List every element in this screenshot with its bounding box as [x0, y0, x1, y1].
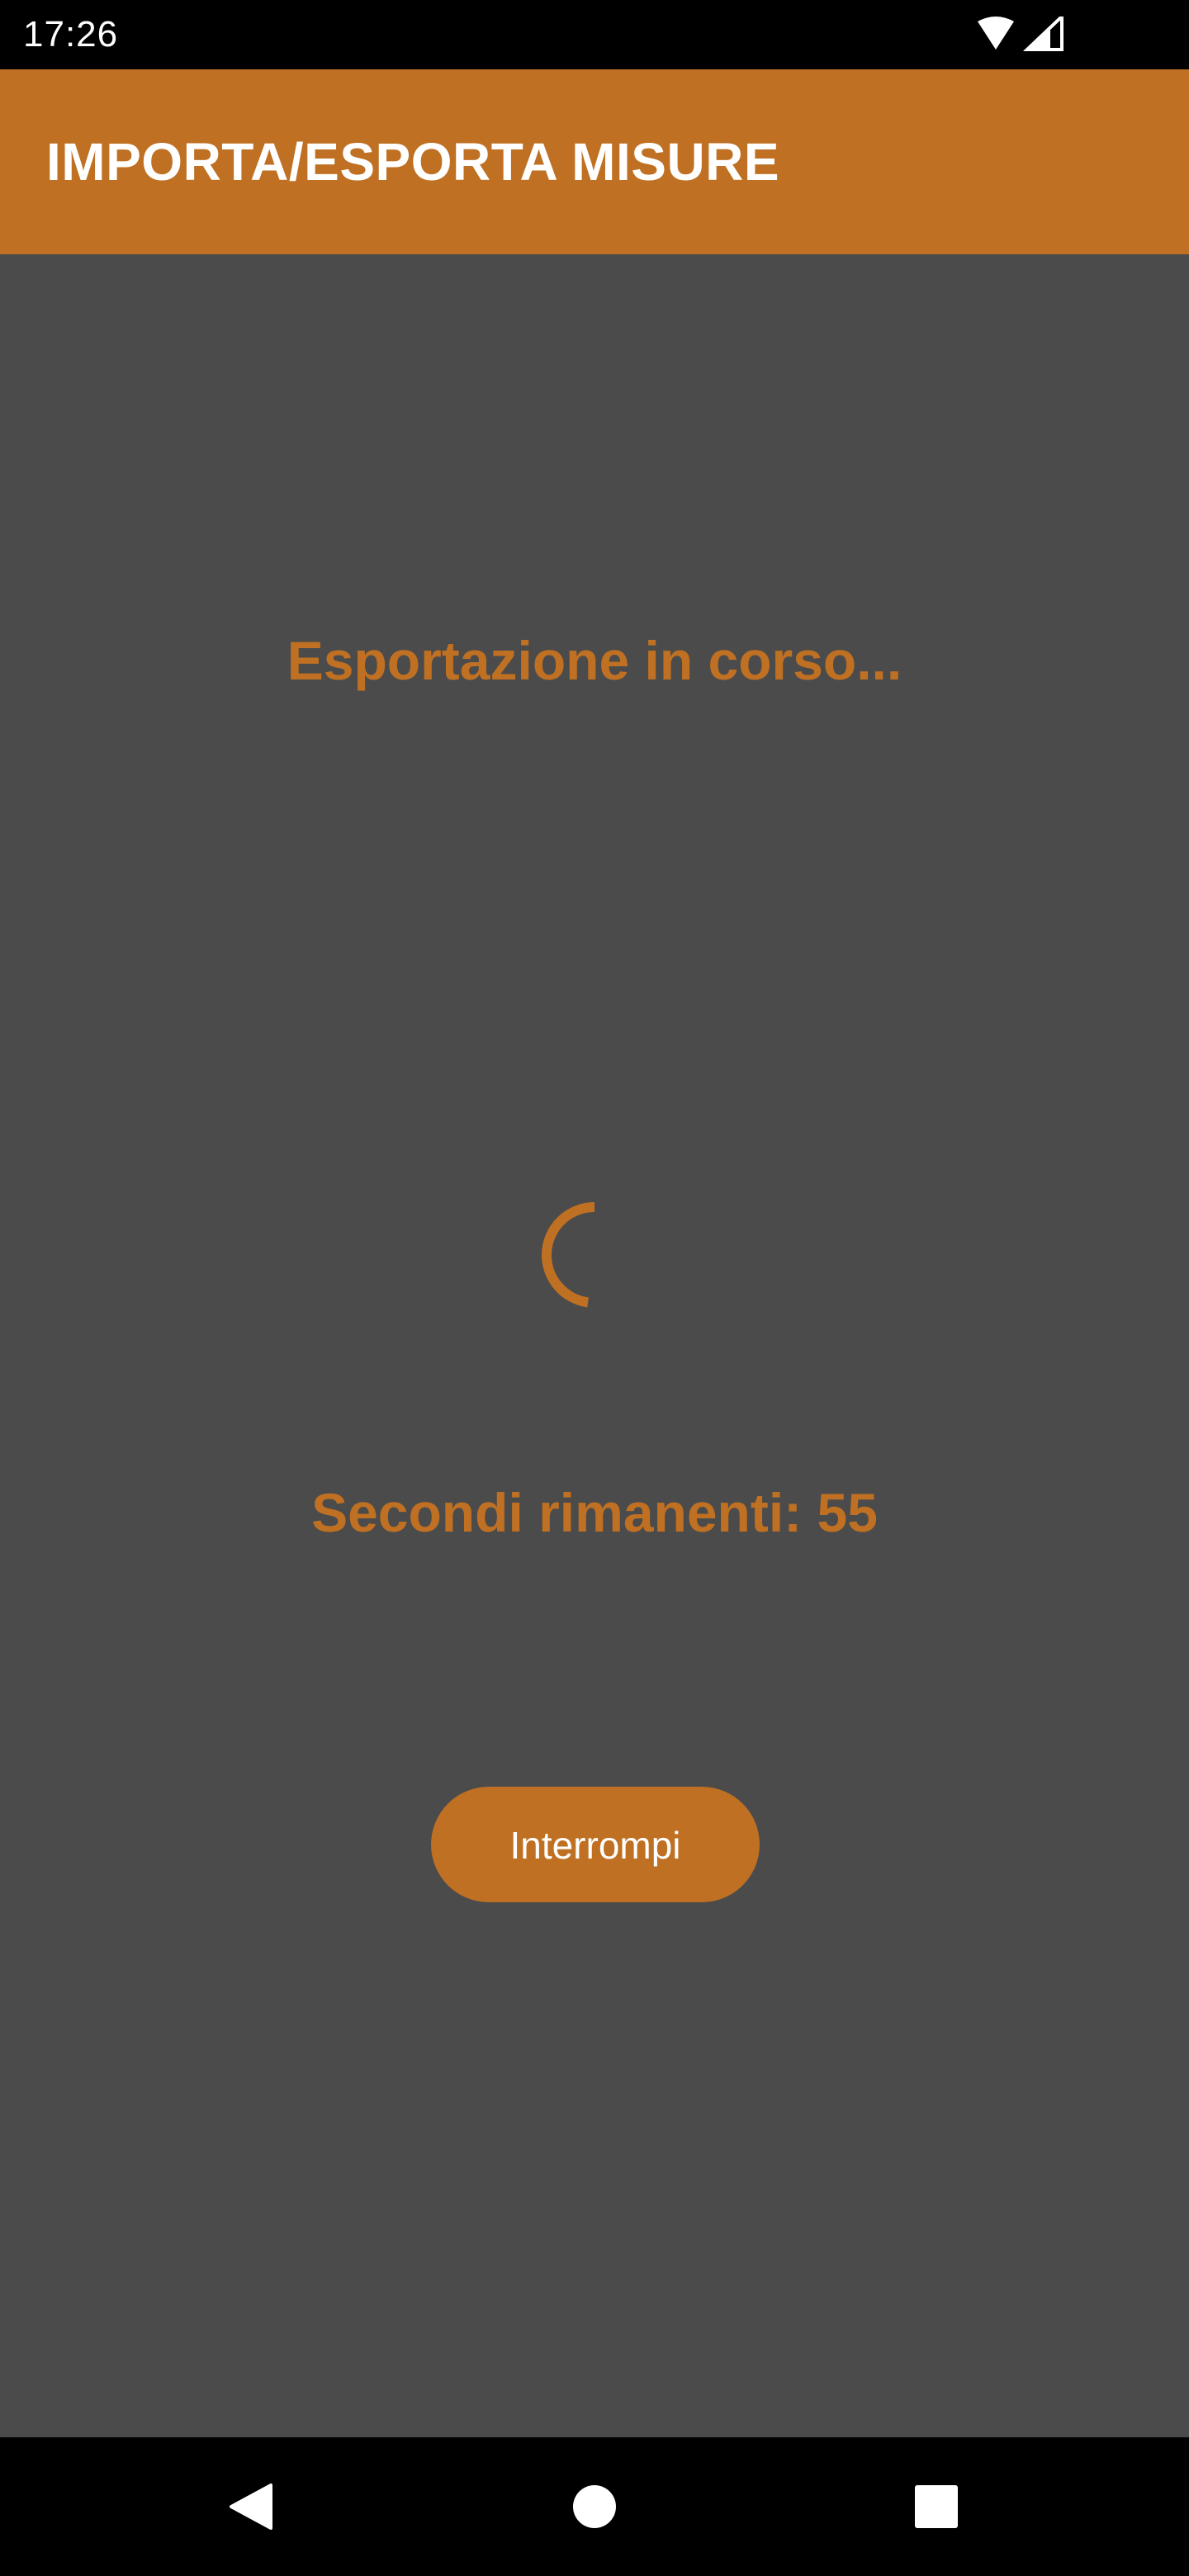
export-progress-panel: Esportazione in corso... Secondi rimanen… [0, 254, 1189, 2437]
wifi-icon [978, 17, 1014, 50]
stop-button[interactable]: Interrompi [431, 1787, 760, 1902]
status-bar: 17:26 [0, 0, 1189, 69]
page-title: IMPORTA/ESPORTA MISURE [46, 132, 780, 192]
remaining-seconds-text: Secondi rimanenti: 55 [311, 1482, 878, 1543]
export-status-message: Esportazione in corso... [287, 630, 902, 691]
cell-signal-icon [1023, 17, 1063, 51]
back-button[interactable] [183, 2437, 315, 2576]
app-bar: IMPORTA/ESPORTA MISURE [0, 69, 1189, 254]
home-icon [573, 2485, 616, 2528]
loading-spinner-icon [542, 1202, 647, 1308]
recents-button[interactable] [870, 2437, 1002, 2576]
back-icon [230, 2484, 272, 2530]
status-icons [974, 17, 1067, 53]
navigation-bar [0, 2437, 1189, 2576]
home-button[interactable] [528, 2437, 661, 2576]
status-time: 17:26 [23, 14, 119, 54]
recents-icon [915, 2485, 958, 2528]
